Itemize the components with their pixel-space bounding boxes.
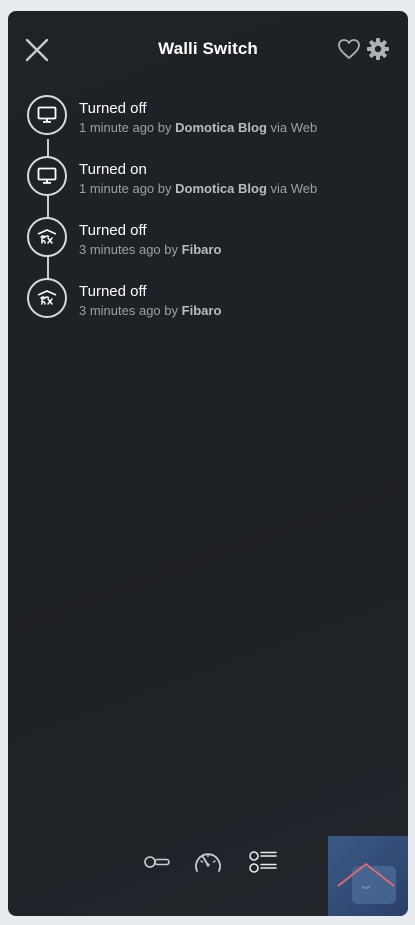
event-by: by (164, 303, 179, 318)
device-panel: Walli Switch Turned off 1 minute ago by … (8, 11, 408, 916)
event-meta: 3 minutes ago by Fibaro (79, 303, 221, 318)
event-status: Turned off (79, 283, 147, 300)
gear-icon (367, 38, 389, 60)
event-status: Turned off (79, 100, 147, 117)
event-user: Domotica Blog (175, 181, 267, 196)
favorite-button[interactable] (337, 38, 361, 60)
history-tab[interactable] (246, 847, 278, 877)
event-status: Turned off (79, 222, 147, 239)
event-time: 1 minute ago (79, 181, 155, 196)
fibaro-logo-icon (37, 290, 57, 305)
event-user: Fibaro (181, 303, 222, 318)
event-status: Turned on (79, 161, 147, 178)
timeline-item: Turned off 3 minutes ago by Fibaro (8, 278, 408, 322)
event-time: 1 minute ago (79, 120, 155, 135)
home-icon (337, 862, 396, 904)
settings-button[interactable] (366, 37, 390, 61)
event-time: 3 minutes ago (79, 242, 161, 257)
monitor-icon (37, 106, 57, 123)
event-source-badge (27, 278, 67, 318)
fibaro-logo-icon (37, 229, 57, 244)
app-corner-thumbnail[interactable] (328, 836, 408, 916)
heart-icon (338, 39, 360, 59)
event-source-badge (27, 95, 67, 135)
panel-header: Walli Switch (8, 11, 408, 87)
event-via: via Web (270, 181, 318, 196)
event-by: by (157, 120, 172, 135)
event-meta: 1 minute ago by Domotica Blog via Web (79, 181, 317, 196)
timeline-item: Turned on 1 minute ago by Domotica Blog … (8, 156, 408, 200)
timeline-item: Turned off 3 minutes ago by Fibaro (8, 217, 408, 261)
list-icon (249, 851, 277, 873)
gauge-icon (195, 853, 221, 872)
event-via: via Web (270, 120, 318, 135)
event-source-badge (27, 217, 67, 257)
bottom-nav (138, 847, 278, 877)
event-meta: 3 minutes ago by Fibaro (79, 242, 221, 257)
toggle-switch-icon (144, 856, 170, 868)
event-meta: 1 minute ago by Domotica Blog via Web (79, 120, 317, 135)
event-user: Domotica Blog (175, 120, 267, 135)
event-time: 3 minutes ago (79, 303, 161, 318)
energy-tab[interactable] (192, 847, 224, 877)
control-tab[interactable] (142, 847, 172, 877)
monitor-icon (37, 167, 57, 184)
event-by: by (157, 181, 172, 196)
event-user: Fibaro (181, 242, 222, 257)
event-source-badge (27, 156, 67, 196)
timeline-item: Turned off 1 minute ago by Domotica Blog… (8, 95, 408, 139)
event-by: by (164, 242, 179, 257)
